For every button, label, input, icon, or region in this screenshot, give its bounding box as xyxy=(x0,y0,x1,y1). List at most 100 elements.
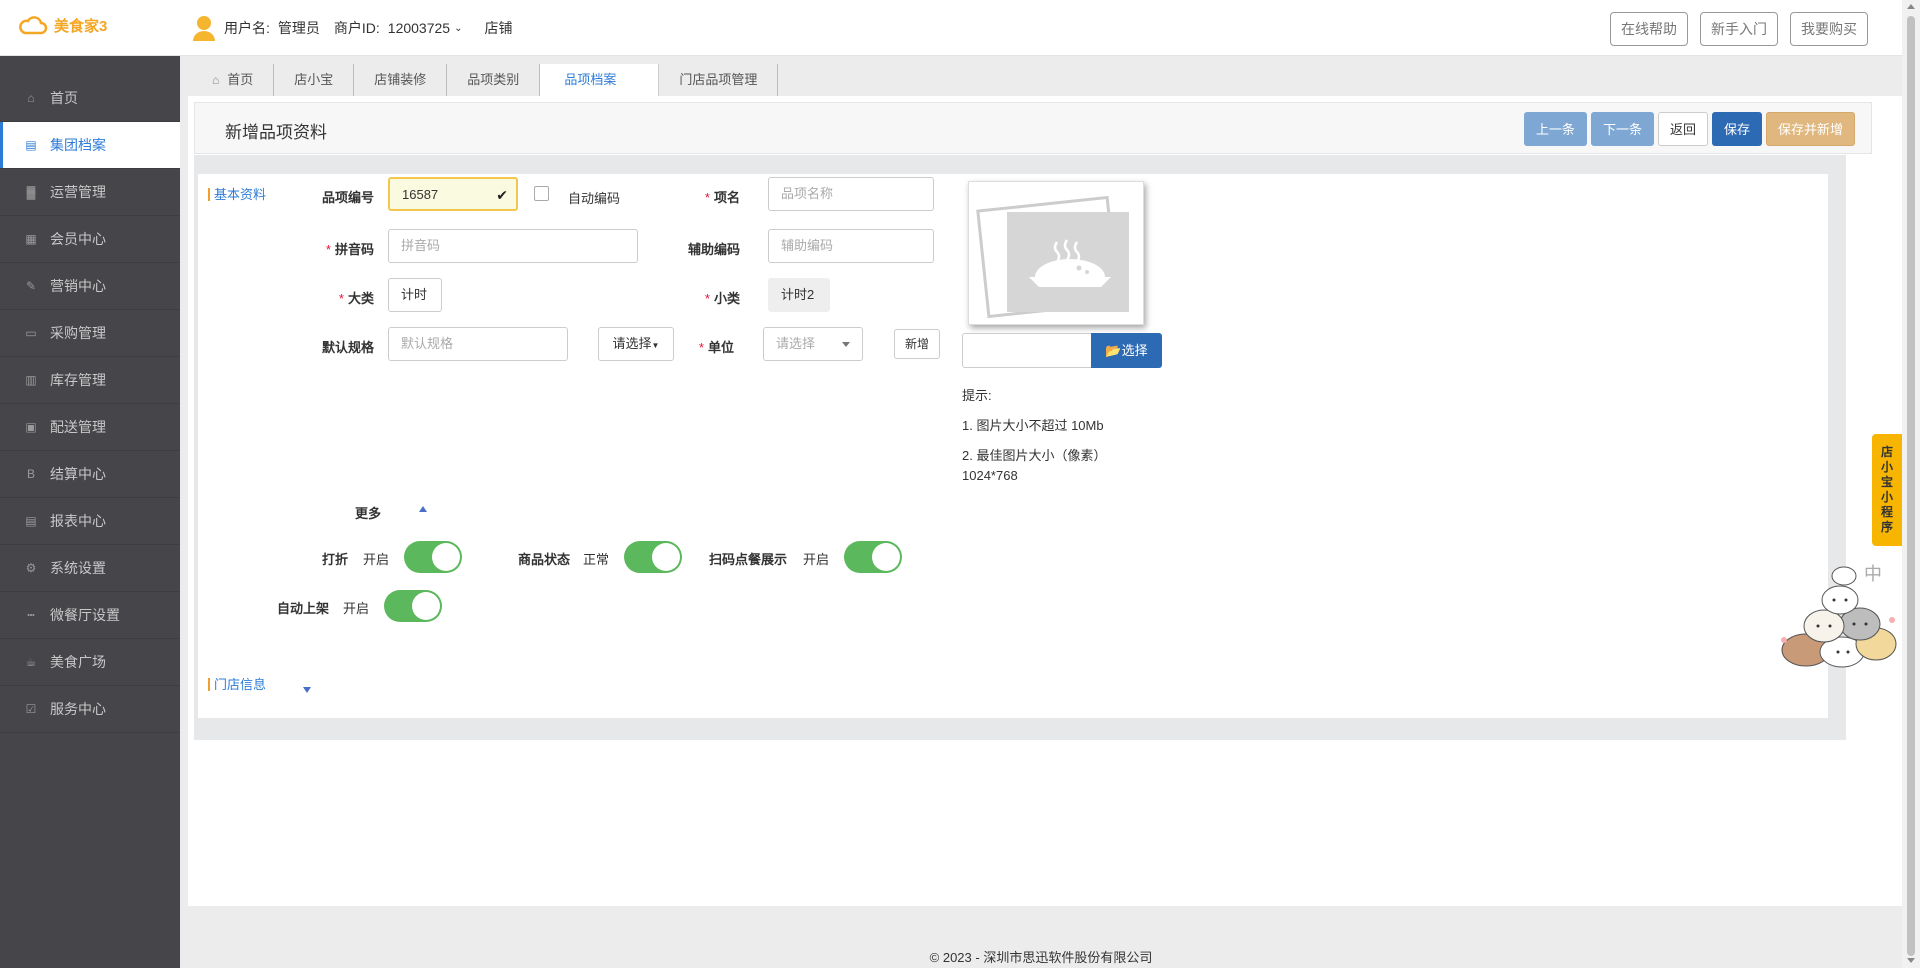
name-label-text: 项名 xyxy=(713,190,740,205)
book-icon: ▭ xyxy=(25,326,37,340)
sidebar-item-label: 结算中心 xyxy=(50,466,106,482)
page-scrollbar[interactable] xyxy=(1902,0,1920,968)
purchase-button[interactable]: 我要购买 xyxy=(1790,12,1868,46)
auto-code-checkbox[interactable] xyxy=(534,186,549,201)
select-image-label: 选择 xyxy=(1121,343,1148,358)
tab-item-archive[interactable]: 品项档案 xyxy=(540,64,660,96)
tab-label: 门店品项管理 xyxy=(679,72,758,87)
spec-select-button[interactable]: 请选择▼ xyxy=(598,327,674,361)
document-icon: ▤ xyxy=(25,514,37,528)
page-header: 新增品项资料 上一条 下一条 返回 保存 保存并新增 xyxy=(194,102,1872,154)
sidebar-item-settlement[interactable]: B 结算中心 xyxy=(0,451,180,498)
sidebar-item-group-archive[interactable]: ▤ 集团档案 xyxy=(0,122,180,169)
subcategory-label-text: 小类 xyxy=(713,291,740,306)
float-tab-char: 宝 xyxy=(1880,475,1893,489)
unit-dropdown[interactable]: 请选择 xyxy=(763,327,863,361)
chevron-down-icon[interactable] xyxy=(303,687,311,693)
scroll-down-icon[interactable] xyxy=(1907,958,1915,963)
cat-mascot-widget[interactable]: 中 xyxy=(1764,540,1904,670)
scroll-up-icon[interactable] xyxy=(1907,4,1915,9)
tab-home[interactable]: ⌂ 首页 xyxy=(192,64,275,96)
chevron-down-icon[interactable]: ⌄ xyxy=(454,23,462,34)
more-label[interactable]: 更多 xyxy=(355,503,381,522)
sidebar-item-delivery[interactable]: ▣ 配送管理 xyxy=(0,404,180,451)
next-record-button[interactable]: 下一条 xyxy=(1590,112,1654,146)
tab-label: 首页 xyxy=(227,72,254,87)
code-label: 品项编号 xyxy=(321,190,374,205)
username-label: 用户名: xyxy=(224,20,270,36)
truck-icon: ▣ xyxy=(25,420,37,434)
gears-icon: ⚙ xyxy=(25,561,37,575)
header-buttons: 在线帮助 新手入门 我要购买 xyxy=(1610,12,1868,46)
cat-mascot-icon xyxy=(1781,566,1897,668)
category-select[interactable]: 计时 xyxy=(388,278,442,312)
home-icon: ⌂ xyxy=(212,73,220,87)
default-spec-input[interactable]: 默认规格 xyxy=(388,327,568,361)
back-button[interactable]: 返回 xyxy=(1657,112,1708,146)
float-tab-char: 序 xyxy=(1880,520,1893,534)
select-image-button[interactable]: 📂选择 xyxy=(1091,333,1162,368)
sidebar-item-label: 会员中心 xyxy=(50,231,106,247)
required-mark: * xyxy=(325,242,331,257)
home-icon: ⌂ xyxy=(27,91,35,105)
auto-list-toggle[interactable] xyxy=(384,590,442,622)
page-tabs: ⌂ 首页 店小宝 店铺装修 品项类别 品项档案 门店品项管理 xyxy=(192,64,779,96)
sidebar-item-purchasing[interactable]: ▭ 采购管理 xyxy=(0,310,180,357)
sidebar-item-inventory[interactable]: ▥ 库存管理 xyxy=(0,357,180,404)
sidebar-item-label: 美食广场 xyxy=(50,654,106,670)
merchant-id[interactable]: 12003725 xyxy=(388,20,450,36)
sidebar-item-system-settings[interactable]: ⚙ 系统设置 xyxy=(0,545,180,592)
sidebar-item-members[interactable]: ▦ 会员中心 xyxy=(0,216,180,263)
chevron-up-icon[interactable] xyxy=(419,506,427,512)
add-unit-button[interactable]: 新增 xyxy=(894,329,940,359)
pinyin-input[interactable]: 拼音码 xyxy=(388,229,638,263)
check-icon: ✔ xyxy=(496,187,508,203)
tab-dianxiaobao[interactable]: 店小宝 xyxy=(274,64,355,96)
save-button[interactable]: 保存 xyxy=(1711,112,1762,146)
shop-link[interactable]: 店铺 xyxy=(484,18,512,38)
image-file-input[interactable] xyxy=(962,333,1092,368)
tab-item-category[interactable]: 品项类别 xyxy=(447,64,541,96)
caret-down-icon: ▼ xyxy=(651,341,660,350)
sidebar-item-food-plaza[interactable]: ☕ 美食广场 xyxy=(0,639,180,686)
sidebar-item-marketing[interactable]: ✎ 营销中心 xyxy=(0,263,180,310)
scroll-thumb[interactable] xyxy=(1907,16,1915,956)
sidebar-item-reports[interactable]: ▤ 报表中心 xyxy=(0,498,180,545)
page-action-buttons: 上一条 下一条 返回 保存 保存并新增 xyxy=(1523,112,1855,146)
section-basic-info[interactable]: 基本资料 xyxy=(208,188,266,201)
beginner-guide-button[interactable]: 新手入门 xyxy=(1700,12,1778,46)
check-square-icon: ☑ xyxy=(25,702,37,716)
tab-store-item-management[interactable]: 门店品项管理 xyxy=(659,64,779,96)
discount-toggle[interactable] xyxy=(404,541,462,573)
app-logo[interactable]: 美食家3 xyxy=(18,14,107,36)
aux-code-input[interactable]: 辅助编码 xyxy=(768,229,934,263)
merchant-id-label: 商户ID: xyxy=(333,20,380,36)
online-help-button[interactable]: 在线帮助 xyxy=(1610,12,1688,46)
name-label: * 项名 xyxy=(680,187,740,206)
save-and-new-button[interactable]: 保存并新增 xyxy=(1765,112,1855,146)
mini-program-float-tab[interactable]: 店 小 宝 小 程 序 xyxy=(1872,434,1902,546)
tab-label: 店小宝 xyxy=(294,72,334,87)
section-store-info[interactable]: 门店信息 xyxy=(208,678,266,691)
sidebar-item-label: 集团档案 xyxy=(50,137,106,153)
sidebar-item-service-center[interactable]: ☑ 服务中心 xyxy=(0,686,180,733)
item-name-input[interactable]: 品项名称 xyxy=(768,177,934,211)
sidebar-item-micro-restaurant[interactable]: ┅ 微餐厅设置 xyxy=(0,592,180,639)
building-icon: ▥ xyxy=(25,373,37,387)
username: 管理员 xyxy=(277,20,320,36)
category-label: * 大类 xyxy=(300,288,374,307)
coffee-icon: ☕ xyxy=(25,655,37,669)
float-tab-char: 小 xyxy=(1880,490,1893,504)
product-status-toggle[interactable] xyxy=(624,541,682,573)
sidebar-item-label: 配送管理 xyxy=(50,419,106,435)
sidebar-item-home[interactable]: ⌂ 首页 xyxy=(0,75,180,122)
prev-record-button[interactable]: 上一条 xyxy=(1523,112,1587,146)
item-code-input[interactable]: 16587 ✔ xyxy=(388,177,518,211)
sidebar-item-operations[interactable]: ▓ 运营管理 xyxy=(0,169,180,216)
aux-code-label: 辅助编码 xyxy=(687,242,740,257)
tab-shop-decoration[interactable]: 店铺装修 xyxy=(354,64,448,96)
pinyin-label-text: 拼音码 xyxy=(334,242,374,257)
subcategory-value: 计时2 xyxy=(768,278,830,312)
item-image-preview[interactable] xyxy=(968,181,1144,325)
qr-order-display-toggle[interactable] xyxy=(844,541,902,573)
